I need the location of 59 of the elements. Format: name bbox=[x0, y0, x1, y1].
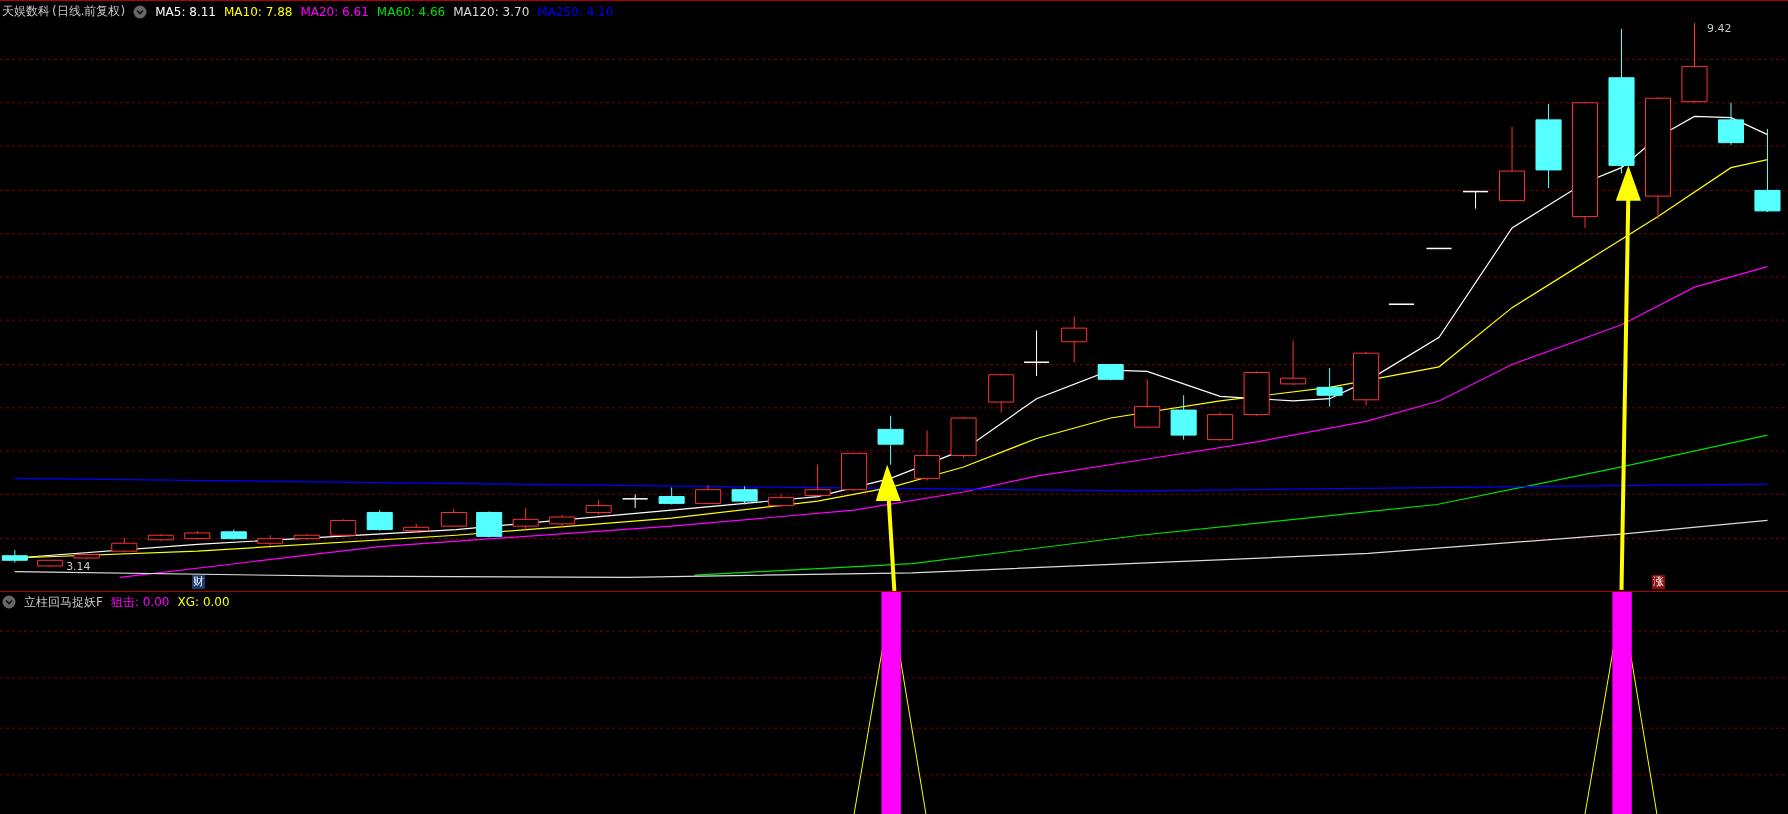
moving-average-reading: MA10: 7.88 bbox=[224, 4, 293, 19]
stock-title: 天娱数科 bbox=[2, 3, 50, 20]
candlestick bbox=[877, 415, 904, 466]
candlestick bbox=[111, 537, 138, 553]
candlestick bbox=[257, 534, 284, 546]
candlestick bbox=[1, 549, 28, 564]
candlestick bbox=[1061, 316, 1088, 363]
period-label: (日线.前复权) bbox=[52, 3, 126, 20]
moving-average-reading: MA20: 6.61 bbox=[300, 4, 369, 19]
moving-average-reading: MA250: 4.10 bbox=[537, 4, 614, 19]
candlestick bbox=[1243, 370, 1270, 417]
candlestick bbox=[1717, 102, 1745, 146]
candlestick bbox=[804, 464, 831, 498]
candlestick bbox=[621, 493, 649, 509]
candlestick bbox=[1316, 367, 1343, 408]
signal-badge: 财 bbox=[191, 575, 205, 590]
candlestick bbox=[1353, 351, 1380, 406]
candlestick bbox=[988, 373, 1015, 413]
candlestick bbox=[293, 533, 320, 541]
candlestick bbox=[403, 523, 430, 534]
candlestick bbox=[695, 484, 722, 505]
candlestick bbox=[914, 430, 941, 482]
dropdown-icon[interactable] bbox=[133, 4, 148, 19]
moving-average-reading: MA5: 8.11 bbox=[155, 4, 216, 19]
candlestick bbox=[476, 510, 503, 538]
candlestick bbox=[366, 509, 393, 532]
candlestick bbox=[768, 493, 795, 508]
candlestick bbox=[1170, 394, 1197, 441]
candlestick bbox=[330, 518, 357, 537]
candlestick bbox=[512, 507, 539, 531]
low-price-label: 3.14 bbox=[66, 560, 91, 574]
candlestick bbox=[184, 530, 211, 541]
candlestick bbox=[1097, 364, 1124, 381]
candlestick bbox=[731, 485, 758, 505]
candlestick bbox=[1134, 378, 1161, 429]
candlestick bbox=[1280, 340, 1307, 386]
candlestick bbox=[841, 452, 868, 492]
candlestick bbox=[37, 559, 64, 568]
candlestick bbox=[73, 551, 100, 560]
candlestick bbox=[549, 514, 576, 528]
candlestick bbox=[585, 499, 612, 516]
candlestick bbox=[147, 533, 174, 542]
candlestick bbox=[1023, 329, 1050, 377]
candlestick bbox=[1207, 411, 1234, 442]
high-price-label: 9.42 bbox=[1707, 22, 1732, 35]
moving-average-reading: MA120: 3.70 bbox=[453, 4, 530, 19]
indicator-reading: XG: 0.00 bbox=[177, 595, 230, 609]
candlestick bbox=[1425, 247, 1453, 250]
candlestick bbox=[1462, 190, 1489, 210]
dropdown-icon[interactable] bbox=[2, 595, 16, 609]
signal-badge: 涨 bbox=[1652, 575, 1666, 590]
candlestick bbox=[1388, 303, 1415, 305]
candlestick bbox=[440, 508, 467, 528]
moving-average-reading: MA60: 4.66 bbox=[376, 4, 446, 19]
indicator-reading: 狙击: 0.00 bbox=[110, 593, 170, 611]
candlestick bbox=[950, 416, 977, 459]
candlestick bbox=[658, 486, 685, 505]
indicator-name: 立柱回马捉妖F bbox=[24, 593, 103, 611]
candlestick bbox=[220, 529, 247, 541]
